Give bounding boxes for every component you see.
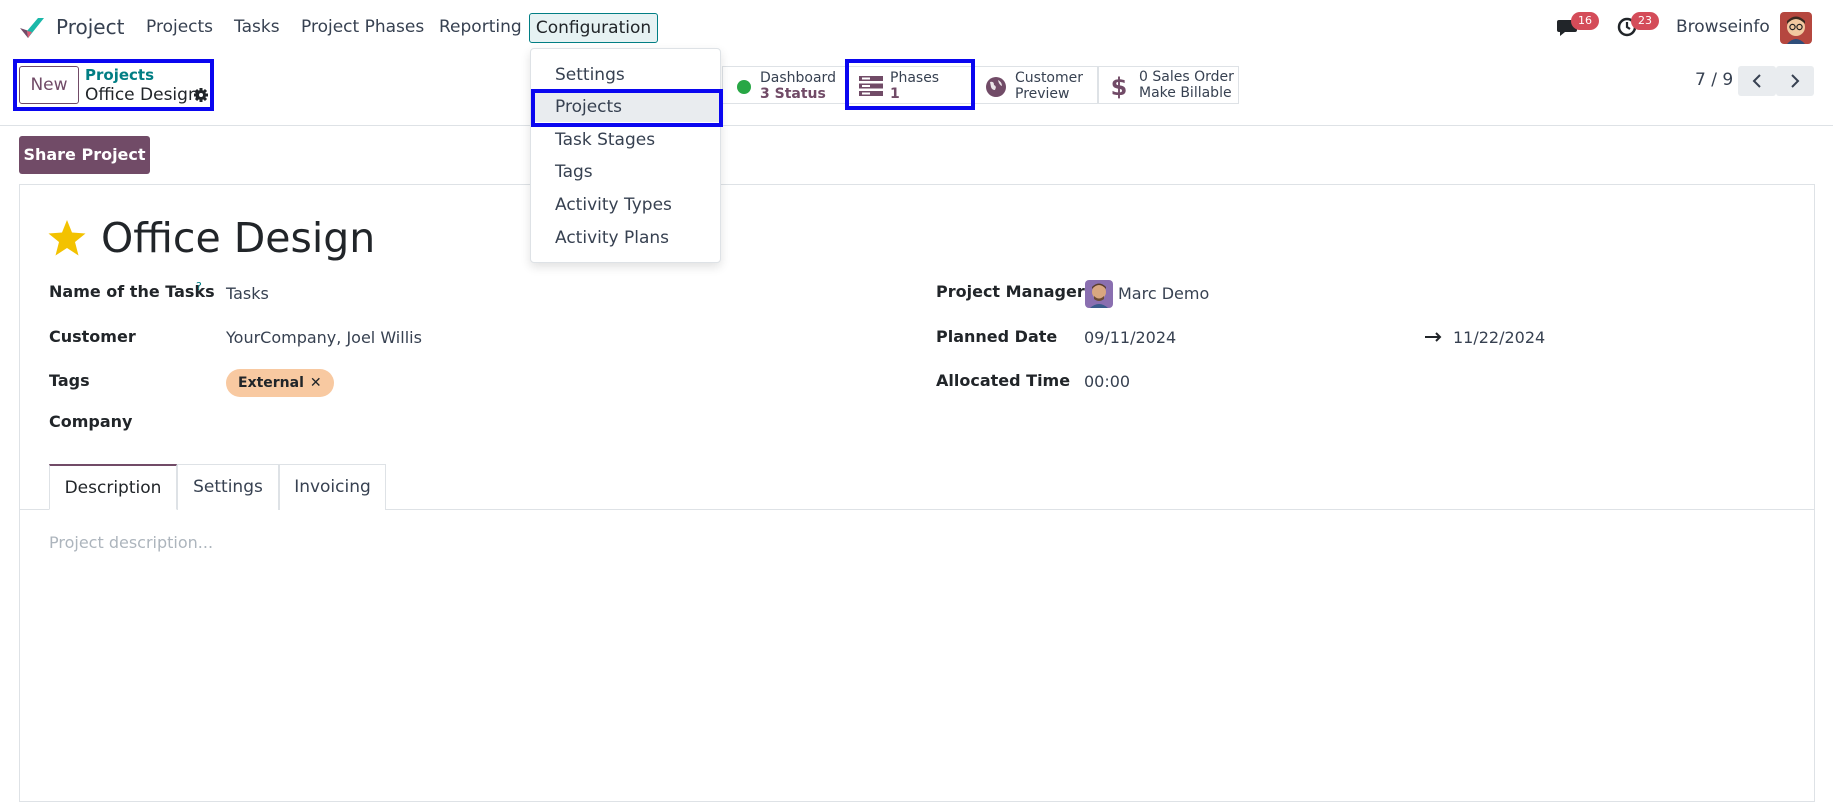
manager-avatar <box>1085 280 1113 308</box>
menu-configuration[interactable]: Configuration <box>529 13 658 43</box>
status-dot-icon <box>737 80 751 94</box>
sales-order-button[interactable]: $ 0 Sales Order Make Billable <box>1098 66 1239 104</box>
menu-item-activity-types[interactable]: Activity Types <box>531 190 720 220</box>
sales-order-line1: 0 Sales Order <box>1139 69 1234 85</box>
task-name-field[interactable]: Tasks <box>226 284 269 303</box>
menu-item-task-stages[interactable]: Task Stages <box>531 125 720 155</box>
pager-previous-button[interactable] <box>1738 66 1776 96</box>
breadcrumb-projects-link[interactable]: Projects <box>85 66 154 84</box>
menu-item-tags[interactable]: Tags <box>531 157 720 187</box>
planned-start-date-field[interactable]: 09/11/2024 <box>1084 328 1176 347</box>
configuration-dropdown: Settings Projects Task Stages Tags Activ… <box>530 48 721 263</box>
project-manager-field[interactable]: Marc Demo <box>1118 284 1209 303</box>
customer-preview-line1: Customer <box>1015 70 1084 86</box>
dashboard-stat-button[interactable]: Dashboard 3 Status <box>722 66 846 104</box>
user-avatar[interactable] <box>1780 12 1812 44</box>
activities-badge: 23 <box>1631 12 1659 30</box>
messages-badge: 16 <box>1571 12 1599 30</box>
app-name[interactable]: Project <box>56 15 124 39</box>
customer-label: Customer <box>49 327 136 346</box>
planned-date-label: Planned Date <box>936 327 1058 346</box>
top-navbar: Project Projects Tasks Project Phases Re… <box>0 0 1833 56</box>
share-project-button[interactable]: Share Project <box>19 136 150 174</box>
gear-icon[interactable] <box>193 87 209 103</box>
task-name-help-icon[interactable]: ? <box>196 280 202 293</box>
project-manager-label: Project Manager <box>936 282 1085 301</box>
pager-value[interactable]: 7 / 9 <box>1695 70 1733 90</box>
chevron-right-icon <box>1791 74 1800 88</box>
globe-icon <box>986 77 1006 97</box>
allocated-time-field[interactable]: 00:00 <box>1084 372 1130 391</box>
company-label: Company <box>49 412 133 431</box>
allocated-time-label: Allocated Time <box>936 371 1071 390</box>
menu-projects[interactable]: Projects <box>146 17 213 37</box>
arrow-right-icon <box>1425 332 1442 342</box>
menu-item-settings[interactable]: Settings <box>531 60 720 90</box>
project-app-logo-icon[interactable] <box>18 14 46 42</box>
tags-label: Tags <box>49 371 90 390</box>
customer-field[interactable]: YourCompany, Joel Willis <box>226 328 422 347</box>
menu-project-phases[interactable]: Project Phases <box>301 17 424 37</box>
task-name-label: Name of the Tasks <box>49 282 215 301</box>
tag-label: External <box>238 375 304 391</box>
dashboard-value: 3 Status <box>760 86 826 102</box>
highlight-phases <box>845 59 975 110</box>
svg-text:$: $ <box>1111 73 1127 99</box>
breadcrumb-current: Office Design <box>85 85 199 105</box>
pager-next-button[interactable] <box>1776 66 1814 96</box>
menu-reporting[interactable]: Reporting <box>439 17 522 37</box>
tab-invoicing[interactable]: Invoicing <box>279 464 386 510</box>
sales-order-line2: Make Billable <box>1139 85 1232 101</box>
dashboard-label: Dashboard <box>760 70 836 86</box>
menu-item-activity-plans[interactable]: Activity Plans <box>531 223 720 253</box>
menu-tasks[interactable]: Tasks <box>234 17 280 37</box>
dollar-icon: $ <box>1111 73 1127 99</box>
company-switcher[interactable]: Browseinfo <box>1676 17 1770 37</box>
project-title[interactable]: Office Design <box>101 214 375 262</box>
tag-remove-icon[interactable]: ✕ <box>310 375 322 391</box>
favorite-star-icon[interactable] <box>47 218 87 258</box>
customer-preview-button[interactable]: Customer Preview <box>974 66 1098 104</box>
chevron-left-icon <box>1752 74 1761 88</box>
new-button[interactable]: New <box>19 66 79 104</box>
customer-preview-line2: Preview <box>1015 86 1070 102</box>
tab-description[interactable]: Description <box>49 464 177 510</box>
highlight-projects-menu-item <box>531 89 723 127</box>
planned-end-date-field[interactable]: 11/22/2024 <box>1453 328 1545 347</box>
project-description-editor[interactable]: Project description... <box>49 533 213 552</box>
tag-external[interactable]: External ✕ <box>226 369 334 397</box>
tab-settings[interactable]: Settings <box>177 464 279 510</box>
